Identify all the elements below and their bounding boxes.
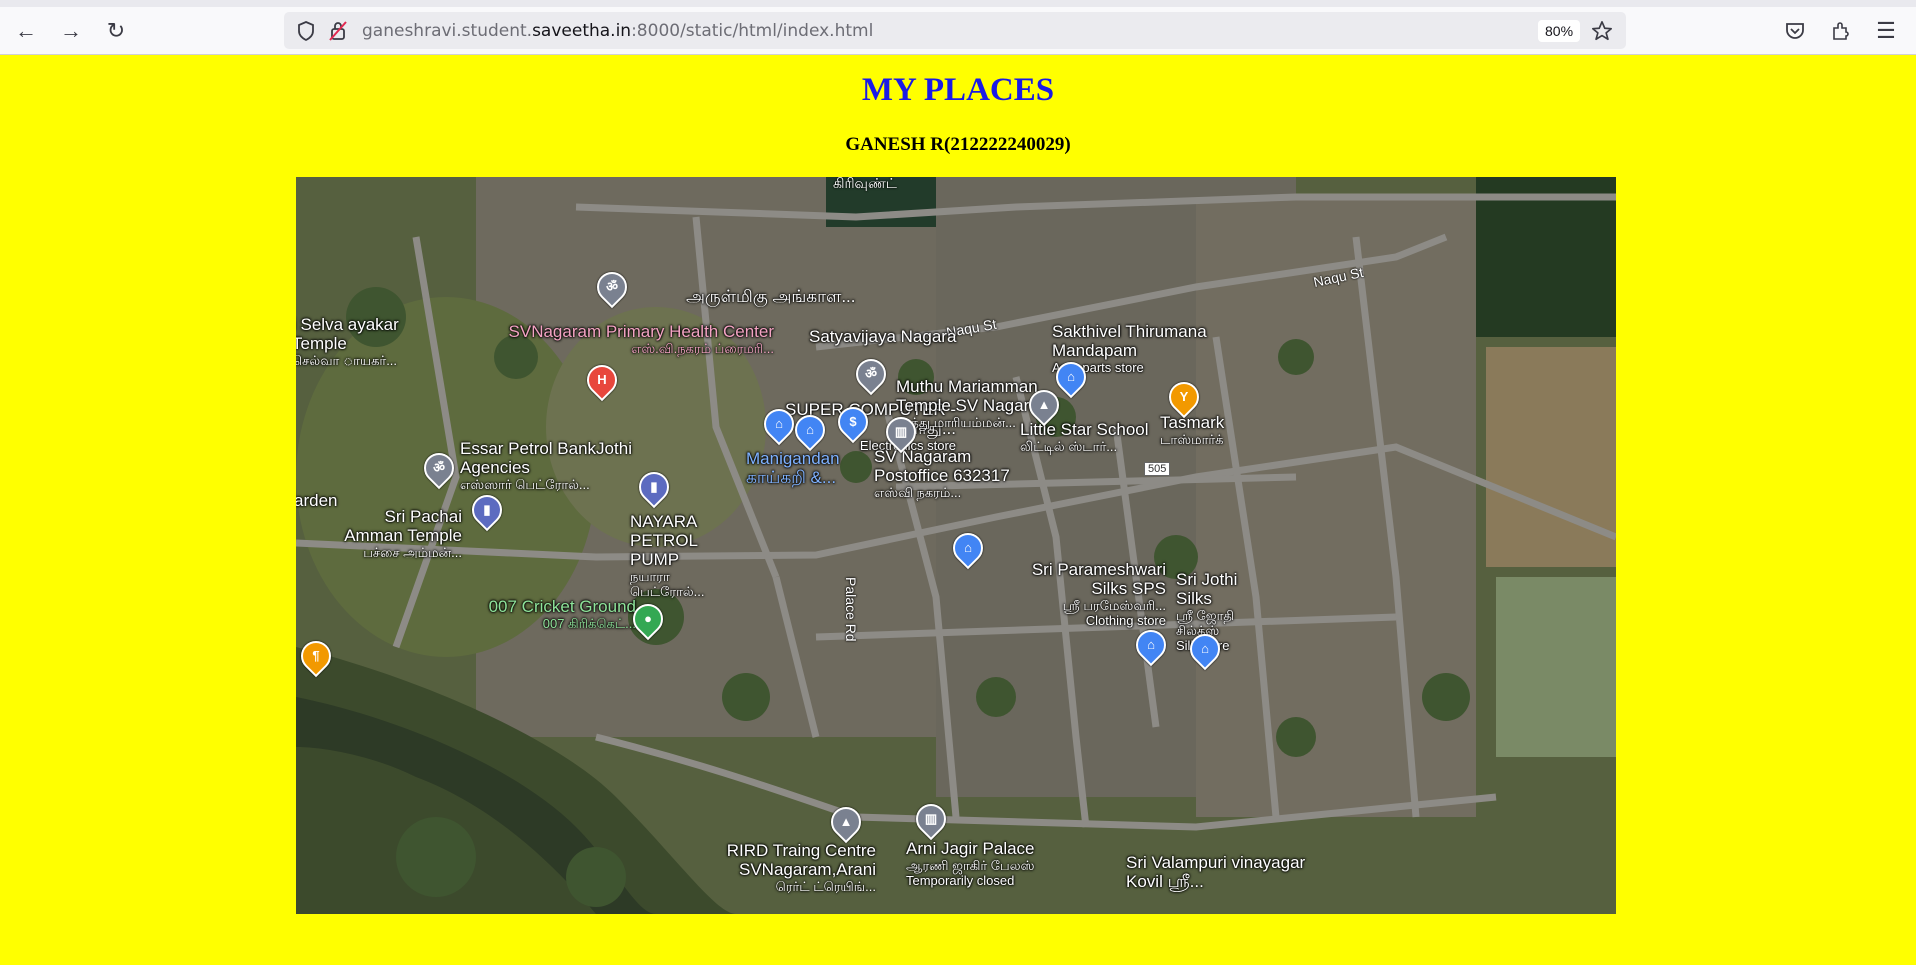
reload-icon[interactable]: ↻ <box>101 16 131 46</box>
place-local-name: 007 கிரிக்கெட்... <box>542 616 636 631</box>
url-prefix: ganeshravi.student. <box>362 21 533 41</box>
place-name: 007 Cricket Ground <box>488 597 636 616</box>
place-name: Sri Pachai Amman Temple <box>344 507 462 545</box>
road-label: கிரிவுண்ட் <box>833 177 897 191</box>
place-local-name: ஆரணி ஜாகிர் பேலஸ் <box>906 858 1035 873</box>
map-place-label[interactable]: Sri Valampuri vinayagar Kovil ஸ்ரீ... <box>1126 853 1316 891</box>
place-local-name: நயாரா பெட்ரோல்... <box>630 569 705 599</box>
tab-strip <box>0 0 1916 7</box>
url-domain: saveetha.in <box>532 21 632 41</box>
road-label: Palace Rd <box>843 577 859 642</box>
place-name: i Selva ayakar Temple <box>296 315 399 353</box>
back-icon[interactable]: ← <box>11 16 41 46</box>
route-shield: 505 <box>1144 462 1171 476</box>
place-local-name: செல்வா ாயகர்... <box>296 353 398 368</box>
page-subtitle: GANESH R(212222240029) <box>845 134 1071 155</box>
place-name: Little Star School <box>1020 420 1149 439</box>
place-local-name: பச்சை அம்மன்... <box>363 545 462 560</box>
map-place-label[interactable]: Satyavijaya Nagara <box>809 327 956 346</box>
place-category: Clothing store <box>1085 613 1166 628</box>
map-place-label[interactable]: SVNagaram Primary Health Center எஸ்.வி.நக… <box>484 322 774 356</box>
place-name: Sakthivel Thirumana Mandapam <box>1052 322 1207 360</box>
place-name: Manigandan காய்கறி &... <box>746 449 840 487</box>
url-bar[interactable]: ganeshravi.student.saveetha.in:8000/stat… <box>284 12 1626 49</box>
map-place-label[interactable]: NAYARA PETROL PUMP நயாரா பெட்ரோல்... <box>630 512 740 599</box>
page-title: MY PLACES <box>861 72 1055 108</box>
place-name: RIRD Traing Centre SVNagaram,Arani <box>726 841 876 879</box>
place-name: Sri Parameshwari Silks SPS <box>1031 560 1166 598</box>
bookmark-star-icon[interactable] <box>1590 19 1614 43</box>
place-local-name: ரெர்ட் ட்ரெயிங்... <box>775 879 876 894</box>
map-place-label[interactable]: Tasmark டாஸ்மார்க் <box>1160 413 1224 447</box>
url-path: :8000/static/html/index.html <box>631 21 874 41</box>
place-local-name: ஸ்ரீ பரமேஸ்வரி... <box>1062 598 1166 613</box>
map-image[interactable]: கிரிவுண்ட் Naqu St Naqu St Palace Rd 505… <box>296 177 1616 914</box>
map-place-label[interactable]: 007 Cricket Ground 007 கிரிக்கெட்... <box>446 597 636 631</box>
map-place-label[interactable]: Essar Petrol BankJothi Agencies எஸ்ஸார் ப… <box>460 439 640 492</box>
forward-icon[interactable]: → <box>56 16 86 46</box>
place-name: Sri Jothi Silks <box>1176 570 1238 608</box>
map-place-label[interactable]: SV Nagaram Postoffice 632317 எஸ்வி நகரம்.… <box>874 447 1034 500</box>
pocket-icon[interactable] <box>1780 16 1810 46</box>
place-local-name: லிட்டில் ஸ்டார்... <box>1020 439 1118 454</box>
extensions-icon[interactable] <box>1826 16 1856 46</box>
place-local-name: எஸ்.வி.நகரம் ப்ரைமரி... <box>631 341 774 356</box>
map-place-label[interactable]: Arni Jagir Palace ஆரணி ஜாகிர் பேலஸ் Tempor… <box>906 839 1046 888</box>
map-place-label[interactable]: Sri Pachai Amman Temple பச்சை அம்மன்... <box>336 507 462 560</box>
place-local-name: எஸ்வி நகரம்... <box>874 485 962 500</box>
shield-icon[interactable] <box>294 19 318 43</box>
place-local-name: ஸ்ரீ ஜோதி சில்க்ஸ் <box>1176 608 1235 638</box>
place-name: Essar Petrol BankJothi Agencies <box>460 439 632 477</box>
map-place-label[interactable]: RIRD Traing Centre SVNagaram,Arani ரெர்ட்… <box>716 841 876 894</box>
place-local-name: டாஸ்மார்க் <box>1160 432 1224 447</box>
map-place-label[interactable]: Sri Parameshwari Silks SPS ஸ்ரீ பரமேஸ்வரி… <box>1026 560 1166 628</box>
map-place-label[interactable]: Manigandan காய்கறி &... <box>746 449 846 487</box>
place-name: Sri Valampuri vinayagar Kovil ஸ்ரீ... <box>1126 853 1306 891</box>
map-place-label[interactable]: arden <box>296 491 337 510</box>
map-place-label[interactable]: அருள்மிகு அங்காள... <box>686 287 856 306</box>
place-local-name: எஸ்ஸார் பெட்ரோல்... <box>460 477 590 492</box>
place-name: அருள்மிகு அங்காள... <box>686 287 856 306</box>
insecure-lock-icon[interactable] <box>326 19 350 43</box>
map-place-label[interactable]: i Selva ayakar Temple செல்வா ாயகர்... <box>296 315 412 368</box>
url-text[interactable]: ganeshravi.student.saveetha.in:8000/stat… <box>362 21 873 41</box>
place-name: arden <box>296 491 338 510</box>
place-name: SV Nagaram Postoffice 632317 <box>874 447 1010 485</box>
place-name: Tasmark <box>1160 413 1225 432</box>
place-name: SVNagaram Primary Health Center <box>508 322 774 341</box>
place-name: Arni Jagir Palace <box>906 839 1035 858</box>
place-name: Satyavijaya Nagara <box>809 327 957 346</box>
place-name: NAYARA PETROL PUMP <box>630 512 698 569</box>
map-place-label[interactable]: Little Star School லிட்டில் ஸ்டார்... <box>1020 420 1149 454</box>
place-category: Temporarily closed <box>906 873 1015 888</box>
browser-toolbar: ← → ↻ ganeshravi.student.saveetha.in:800… <box>0 7 1916 55</box>
zoom-level-button[interactable]: 80% <box>1538 20 1581 42</box>
menu-icon[interactable]: ☰ <box>1871 16 1901 46</box>
